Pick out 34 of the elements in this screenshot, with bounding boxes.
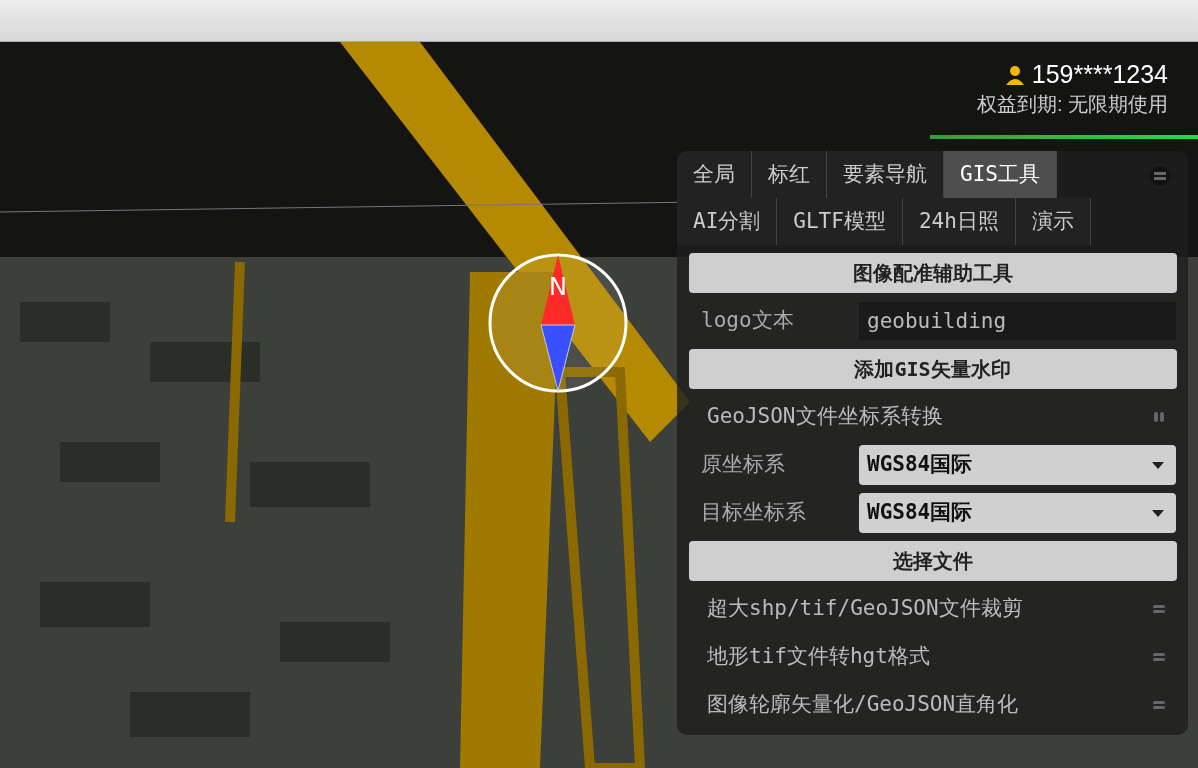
tool-button[interactable]: 添加GIS矢量水印 bbox=[688, 349, 1177, 389]
tab[interactable]: 标红 bbox=[752, 151, 827, 198]
collapsed-icon[interactable] bbox=[1152, 602, 1166, 616]
section-header[interactable]: 地形tif文件转hgt格式 bbox=[707, 641, 930, 673]
section-header[interactable]: GeoJSON文件坐标系转换 bbox=[707, 401, 943, 433]
dropdown[interactable]: WGS84国际 bbox=[859, 445, 1176, 485]
tab[interactable]: GLTF模型 bbox=[777, 198, 903, 245]
tab[interactable]: AI分割 bbox=[677, 198, 778, 245]
collapse-icon[interactable] bbox=[1150, 166, 1170, 186]
caret-icon bbox=[1152, 461, 1164, 469]
expiry-text: 权益到期: 无限期使用 bbox=[976, 92, 1168, 117]
section-header[interactable]: 超大shp/tif/GeoJSON文件裁剪 bbox=[707, 593, 1023, 625]
tab[interactable]: GIS工具 bbox=[944, 151, 1057, 198]
compass[interactable]: N bbox=[488, 253, 628, 393]
select-label: 原坐标系 bbox=[701, 451, 786, 479]
collapsed-icon[interactable] bbox=[1152, 650, 1166, 664]
tab[interactable]: 演示 bbox=[1015, 198, 1091, 245]
tool-button[interactable]: 选择文件 bbox=[688, 541, 1177, 581]
field-label: logo文本 bbox=[701, 307, 795, 335]
select-label: 目标坐标系 bbox=[701, 499, 807, 527]
tab[interactable]: 24h日照 bbox=[902, 198, 1016, 245]
user-phone: 159****1234 bbox=[976, 58, 1168, 90]
compass-needle-icon bbox=[540, 255, 576, 392]
tab[interactable]: 全局 bbox=[677, 151, 752, 198]
north-label: N bbox=[549, 273, 567, 301]
collapsed-icon[interactable] bbox=[1152, 698, 1166, 712]
tool-button[interactable]: 图像配准辅助工具 bbox=[688, 253, 1177, 293]
section-header[interactable]: 图像轮廓矢量化/GeoJSON直角化 bbox=[707, 689, 1019, 721]
input-field[interactable]: geobuilding bbox=[859, 302, 1176, 340]
caret-icon bbox=[1152, 509, 1164, 517]
tab[interactable]: 要素导航 bbox=[827, 151, 944, 198]
dropdown[interactable]: WGS84国际 bbox=[859, 493, 1176, 533]
user-icon bbox=[1004, 65, 1025, 85]
expanded-icon[interactable] bbox=[1152, 410, 1166, 424]
